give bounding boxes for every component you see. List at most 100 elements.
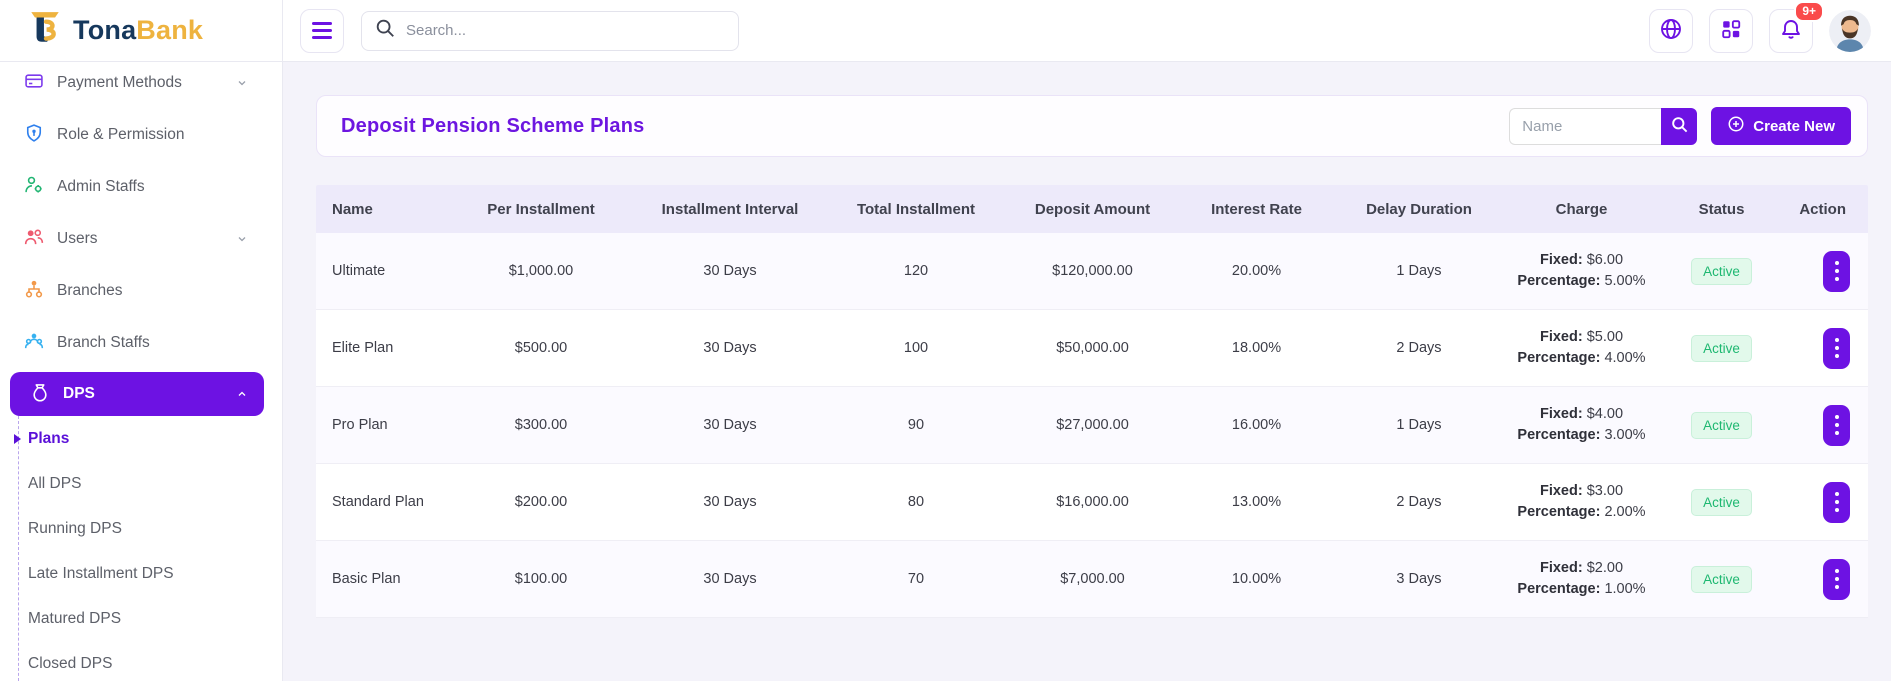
- sidebar-item-payment-methods[interactable]: Payment Methods: [0, 62, 282, 109]
- money-bag-icon: [30, 382, 50, 407]
- charge-fixed-value: $3.00: [1587, 483, 1623, 499]
- table-row: Pro Plan $300.00 30 Days 90 $27,000.00 1…: [316, 387, 1868, 464]
- chevron-down-icon: [236, 77, 248, 89]
- submenu-item-late-installment-dps[interactable]: Late Installment DPS: [0, 551, 282, 596]
- cell-installment-interval: 30 Days: [636, 340, 824, 356]
- cell-charge: Fixed: $2.00 Percentage: 1.00%: [1502, 558, 1661, 600]
- submenu-item-all-dps[interactable]: All DPS: [0, 461, 282, 506]
- submenu-item-matured-dps[interactable]: Matured DPS: [0, 596, 282, 641]
- charge-percentage-value: 2.00%: [1604, 504, 1645, 520]
- submenu-item-label: Closed DPS: [28, 655, 112, 673]
- submenu-item-plans[interactable]: Plans: [0, 416, 282, 461]
- sidebar-item-branch-staffs[interactable]: Branch Staffs: [0, 317, 282, 369]
- sidebar-item-branches[interactable]: Branches: [0, 265, 282, 317]
- users-icon: [24, 227, 44, 252]
- apps-button[interactable]: [1709, 9, 1753, 53]
- table-row: Standard Plan $200.00 30 Days 80 $16,000…: [316, 464, 1868, 541]
- submenu-item-label: Plans: [28, 430, 69, 448]
- cell-installment-interval: 30 Days: [636, 571, 824, 587]
- charge-percentage-value: 1.00%: [1604, 581, 1645, 597]
- name-search-group: [1509, 108, 1697, 145]
- brand-logo[interactable]: TonaBank: [0, 0, 283, 61]
- row-actions-button[interactable]: [1823, 328, 1850, 369]
- cell-interest-rate: 18.00%: [1177, 340, 1336, 356]
- notification-count-badge: 9+: [1794, 1, 1824, 22]
- shield-icon: [24, 123, 44, 148]
- global-search-input[interactable]: [406, 22, 726, 39]
- topbar-right: 9+: [1649, 9, 1871, 53]
- cell-installment-interval: 30 Days: [636, 417, 824, 433]
- cell-total-installment: 80: [824, 494, 1008, 510]
- notifications-button[interactable]: 9+: [1769, 9, 1813, 53]
- user-avatar[interactable]: [1829, 10, 1871, 52]
- row-actions-button[interactable]: [1823, 405, 1850, 446]
- cell-interest-rate: 20.00%: [1177, 263, 1336, 279]
- topbar: TonaBank: [0, 0, 1891, 62]
- sidebar-item-label: Payment Methods: [57, 74, 182, 92]
- user-gear-icon: [24, 175, 44, 200]
- sidebar-item-users[interactable]: Users: [0, 213, 282, 265]
- cell-status: Active: [1661, 489, 1782, 516]
- column-header-action: Action: [1782, 201, 1868, 218]
- column-header-name: Name: [316, 201, 446, 218]
- sidebar-toggle-button[interactable]: [300, 9, 344, 53]
- hamburger-icon: [312, 22, 332, 39]
- charge-percentage-label: Percentage:: [1517, 581, 1600, 597]
- brand-name: TonaBank: [73, 15, 203, 46]
- charge-fixed-label: Fixed:: [1540, 406, 1583, 422]
- cell-per-installment: $100.00: [446, 571, 636, 587]
- charge-fixed-label: Fixed:: [1540, 483, 1583, 499]
- sidebar-item-role-permission[interactable]: Role & Permission: [0, 109, 282, 161]
- row-actions-button[interactable]: [1823, 251, 1850, 292]
- cell-installment-interval: 30 Days: [636, 494, 824, 510]
- status-badge: Active: [1691, 412, 1752, 439]
- submenu-item-label: Late Installment DPS: [28, 565, 174, 583]
- cell-status: Active: [1661, 258, 1782, 285]
- charge-fixed-value: $4.00: [1587, 406, 1623, 422]
- cell-deposit-amount: $50,000.00: [1008, 340, 1177, 356]
- cell-per-installment: $300.00: [446, 417, 636, 433]
- charge-percentage-value: 3.00%: [1604, 427, 1645, 443]
- table-row: Basic Plan $100.00 30 Days 70 $7,000.00 …: [316, 541, 1868, 618]
- submenu-item-running-dps[interactable]: Running DPS: [0, 506, 282, 551]
- submenu-item-label: Running DPS: [28, 520, 122, 538]
- sidebar-item-admin-staffs[interactable]: Admin Staffs: [0, 161, 282, 213]
- column-header-delay-duration: Delay Duration: [1336, 201, 1502, 218]
- row-actions-button[interactable]: [1823, 482, 1850, 523]
- sidebar-item-dps[interactable]: DPS: [10, 372, 264, 416]
- status-badge: Active: [1691, 258, 1752, 285]
- name-filter-input[interactable]: [1509, 108, 1661, 145]
- global-search[interactable]: [361, 11, 739, 51]
- sitemap-icon: [24, 279, 44, 304]
- name-search-button[interactable]: [1661, 108, 1697, 145]
- cell-per-installment: $1,000.00: [446, 263, 636, 279]
- cell-action: [1782, 482, 1868, 523]
- cell-plan-name: Ultimate: [316, 263, 446, 279]
- column-header-interest-rate: Interest Rate: [1177, 201, 1336, 218]
- charge-percentage-label: Percentage:: [1517, 273, 1600, 289]
- status-badge: Active: [1691, 566, 1752, 593]
- charge-fixed-value: $5.00: [1587, 329, 1623, 345]
- globe-icon: [1659, 17, 1683, 44]
- language-button[interactable]: [1649, 9, 1693, 53]
- cell-total-installment: 70: [824, 571, 1008, 587]
- credit-card-icon: [24, 71, 44, 96]
- table-header-row: Name Per Installment Installment Interva…: [316, 185, 1868, 233]
- caret-right-icon: [14, 434, 21, 444]
- status-badge: Active: [1691, 489, 1752, 516]
- row-actions-button[interactable]: [1823, 559, 1850, 600]
- user-group-icon: [24, 331, 44, 356]
- cell-charge: Fixed: $5.00 Percentage: 4.00%: [1502, 327, 1661, 369]
- table-row: Elite Plan $500.00 30 Days 100 $50,000.0…: [316, 310, 1868, 387]
- column-header-charge: Charge: [1502, 201, 1661, 218]
- create-new-button[interactable]: Create New: [1711, 107, 1851, 145]
- cell-action: [1782, 328, 1868, 369]
- dps-submenu: Plans All DPS Running DPS Late Installme…: [0, 416, 282, 681]
- page-title: Deposit Pension Scheme Plans: [341, 115, 644, 138]
- table-row: Ultimate $1,000.00 30 Days 120 $120,000.…: [316, 233, 1868, 310]
- cell-plan-name: Elite Plan: [316, 340, 446, 356]
- cell-action: [1782, 405, 1868, 446]
- main-content: Deposit Pension Scheme Plans Create New: [283, 62, 1891, 681]
- cell-delay-duration: 3 Days: [1336, 571, 1502, 587]
- submenu-item-closed-dps[interactable]: Closed DPS: [0, 641, 282, 681]
